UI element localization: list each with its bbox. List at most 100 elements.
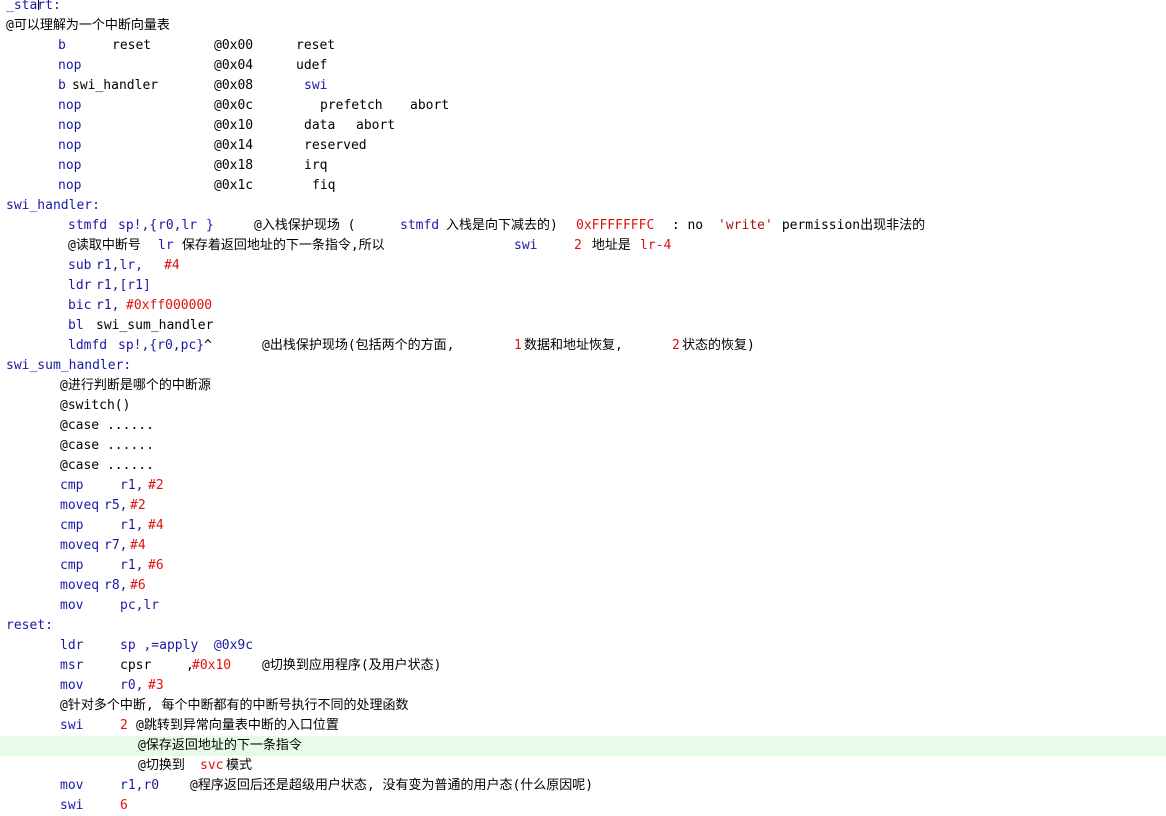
code-token: cmp [60,518,84,533]
code-token: pc,lr [120,598,160,613]
code-token: #3 [148,678,164,693]
code-line[interactable]: @case ...... [0,416,1166,436]
code-token: @0x00 [214,38,254,53]
code-token: 数据和地址恢复, [524,338,623,353]
code-token: cpsr [120,658,152,673]
code-token: r8, [104,578,128,593]
code-token: @读取中断号 [68,238,141,253]
code-line[interactable]: sub r1,lr, #4 [0,256,1166,276]
code-token: @0x04 [214,58,254,73]
code-token: reset [296,38,336,53]
code-line[interactable]: @进行判断是哪个的中断源 [0,376,1166,396]
code-token: ldr [68,278,92,293]
code-line[interactable]: nop @0x04 udef [0,56,1166,76]
code-line[interactable]: @case ...... [0,456,1166,476]
code-line[interactable]: mov r1,r0 @程序返回后还是超级用户状态, 没有变为普通的用户态(什么原因呢… [0,776,1166,796]
code-line[interactable]: moveq r7, #4 [0,536,1166,556]
code-line[interactable]: stmfd sp!,{r0,lr} @入栈保护现场 (stmfd 入栈是向下减去的) 0… [0,216,1166,236]
code-line[interactable]: swi_sum_handler: [0,356,1166,376]
code-line[interactable]: cmp r1, #2 [0,476,1166,496]
code-token: nop [58,178,82,193]
code-line[interactable]: @读取中断号 lr 保存着返回地址的下一条指令,所以 swi 2 地址是 lr-4 [0,236,1166,256]
code-token: 6 [120,798,128,813]
code-token: msr [60,658,84,673]
code-line[interactable]: @保存返回地址的下一条指令 [0,736,1166,756]
code-line[interactable]: nop @0x1c fiq [0,176,1166,196]
code-line[interactable]: bic r1, #0xff000000 [0,296,1166,316]
code-line[interactable]: _start: [0,0,1166,16]
code-token: svc [200,758,224,773]
code-token: nop [58,158,82,173]
code-line[interactable]: swi 2 @跳转到异常向量表中断的入口位置 [0,716,1166,736]
code-line[interactable]: @switch() [0,396,1166,416]
code-line[interactable]: reset: [0,616,1166,636]
code-token: swi [304,78,328,93]
code-token: swi_handler: [6,198,100,213]
code-line[interactable]: ldmfd sp!,{r0,pc} ^ @出栈保护现场(包括两个的方面, 1 数据和地址恢… [0,336,1166,356]
code-line[interactable]: ldr r1,[r1] [0,276,1166,296]
code-editor[interactable]: _start: @可以理解为一个中断向量表 b reset @0x00 reset nop @… [0,0,1166,813]
code-line[interactable]: nop @0x14 reserved [0,136,1166,156]
code-token: swi_handler [72,78,159,93]
code-token: #2 [148,478,164,493]
code-token: @0x10 [214,118,254,133]
code-token: reset: [6,618,53,633]
code-token: reserved [304,138,367,153]
code-token: swi [60,718,84,733]
code-line[interactable]: swi 6 [0,796,1166,816]
code-line[interactable]: mov r0, #3 [0,676,1166,696]
code-line[interactable]: @针对多个中断, 每个中断都有的中断号执行不同的处理函数 [0,696,1166,716]
code-token: @0x18 [214,158,254,173]
code-token: cmp [60,558,84,573]
code-token: @case ...... [60,438,154,453]
code-token: _start: [6,0,61,13]
code-line[interactable]: cmp r1, #6 [0,556,1166,576]
code-line[interactable]: ldr sp ,=apply @0x9c [0,636,1166,656]
code-token: r1,r0 [120,778,160,793]
code-line[interactable]: msr cpsr, #0x10 @切换到应用程序(及用户状态) [0,656,1166,676]
code-token: #6 [148,558,164,573]
code-line[interactable]: cmp r1, #4 [0,516,1166,536]
code-token: r1, [120,478,144,493]
code-token: sp ,=apply @0x9c [120,638,254,653]
code-token: lr [158,238,174,253]
code-token: swi [514,238,538,253]
code-line[interactable]: mov pc,lr [0,596,1166,616]
code-token: 'write' [718,218,773,233]
code-token: b [58,78,66,93]
code-line[interactable]: moveq r5, #2 [0,496,1166,516]
code-line[interactable]: @切换到 svc 模式 [0,756,1166,776]
code-line[interactable]: b reset @0x00 reset [0,36,1166,56]
code-token: prefetch [320,98,383,113]
code-token: 2 [574,238,582,253]
code-line[interactable]: bl swi_sum_handler [0,316,1166,336]
code-token: 状态的恢复) [682,338,755,353]
code-token: r1, [96,298,120,313]
code-line[interactable]: @可以理解为一个中断向量表 [0,16,1166,36]
code-token: } [206,218,214,233]
code-token: @出栈保护现场(包括两个的方面, [262,338,455,353]
code-line[interactable]: nop @0x10 data abort [0,116,1166,136]
code-token: sp!,{r0,pc} [118,338,205,353]
code-token: ldmfd [68,338,108,353]
code-line[interactable]: nop @0x0c prefetch abort [0,96,1166,116]
code-token: 保存着返回地址的下一条指令,所以 [174,238,385,253]
code-token: sp!,{ [118,218,158,233]
code-token: moveq [60,538,100,553]
code-line[interactable]: moveq r8, #6 [0,576,1166,596]
code-token: @切换到 [138,758,185,773]
code-token: #6 [130,578,146,593]
code-token: swi_sum_handler [96,318,214,333]
code-token: abort [410,98,450,113]
code-line[interactable]: nop @0x18 irq [0,156,1166,176]
text-cursor [38,0,39,10]
code-token: @0x1c [214,178,254,193]
code-line[interactable]: @case ...... [0,436,1166,456]
code-token: nop [58,118,82,133]
code-line[interactable]: b swi_handler @0x08 swi [0,76,1166,96]
code-token: nop [58,138,82,153]
code-token: ldr [60,638,84,653]
code-line[interactable]: swi_handler: [0,196,1166,216]
code-token: moveq [60,498,100,513]
code-token: nop [58,58,82,73]
